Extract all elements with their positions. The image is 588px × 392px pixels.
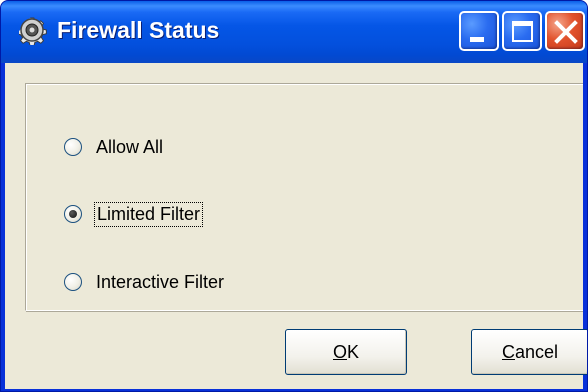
maximize-button[interactable]: [502, 11, 542, 51]
maximize-icon: [512, 21, 533, 42]
radio-button-allow-all[interactable]: [64, 138, 82, 156]
minimize-icon: [470, 37, 484, 42]
window-title: Firewall Status: [57, 17, 220, 43]
close-icon: [554, 20, 578, 44]
cancel-mnemonic: C: [501, 342, 515, 362]
radio-selected-dot: [69, 210, 77, 218]
radio-label-interactive-filter: Interactive Filter: [96, 271, 225, 292]
radio-label-limited-filter: Limited Filter: [93, 201, 204, 227]
ok-button[interactable]: OK: [285, 329, 407, 375]
radio-label-allow-all: Allow All: [96, 136, 164, 157]
cancel-button[interactable]: Cancel: [471, 329, 587, 375]
firewall-status-window: Firewall Status Allow All Limited Filter: [0, 0, 588, 392]
close-button[interactable]: [545, 11, 585, 51]
filter-mode-group: Allow All Limited Filter Interactive Fil…: [25, 83, 583, 312]
title-bar[interactable]: Firewall Status: [1, 1, 587, 63]
gear-icon[interactable]: [16, 17, 47, 47]
dialog-client-area: Allow All Limited Filter Interactive Fil…: [5, 63, 587, 389]
radio-allow-all[interactable]: Allow All: [64, 133, 163, 161]
radio-button-interactive-filter[interactable]: [64, 273, 82, 291]
radio-limited-filter[interactable]: Limited Filter: [64, 200, 204, 228]
ok-label-rest: K: [347, 342, 360, 362]
minimize-button[interactable]: [459, 11, 499, 51]
radio-interactive-filter[interactable]: Interactive Filter: [64, 268, 224, 296]
radio-button-limited-filter[interactable]: [64, 205, 82, 223]
cancel-label-rest: ancel: [514, 342, 559, 362]
ok-mnemonic: O: [332, 342, 347, 362]
